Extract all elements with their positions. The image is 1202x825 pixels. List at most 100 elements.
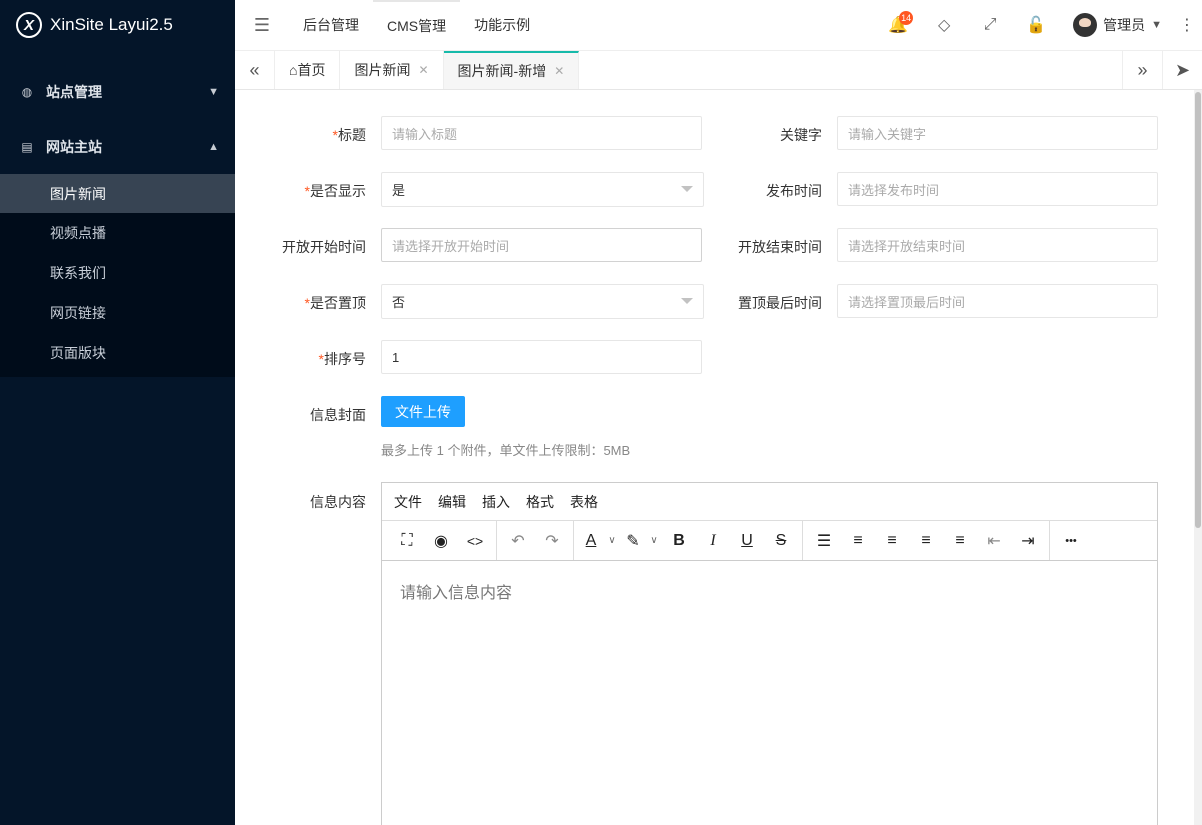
caret-down-icon: ▼ — [1151, 19, 1162, 31]
top-select[interactable]: 否 — [381, 284, 704, 319]
align-right-icon[interactable]: ≡ — [909, 526, 943, 556]
sort-input[interactable]: 1 — [381, 340, 702, 374]
home-icon: ⌂ — [289, 62, 298, 78]
align-center-icon[interactable]: ≡ — [875, 526, 909, 556]
lock-icon[interactable]: 🔓 — [1013, 0, 1059, 50]
editor-menu-file[interactable]: 文件 — [386, 492, 430, 512]
sidebar-group-site-management[interactable]: ◍ 站点管理 ▼ — [0, 64, 235, 119]
sidebar-item-links[interactable]: 网页链接 — [0, 293, 235, 333]
editor-toolbar: ⛶ ◉ <> ↶ ↷ A ∨ ✎ ∨ B I U S ☰ ≡ ≡ ≡ ≡ ⇤ ⇥… — [382, 521, 1157, 561]
publish-time-label: 发布时间 — [766, 183, 822, 199]
tab-home[interactable]: ⌂ 首页 — [275, 51, 341, 89]
sidebar-group-label: 站点管理 — [46, 83, 102, 100]
sort-label: *排序号 — [318, 351, 366, 367]
font-color-icon[interactable]: A — [578, 526, 604, 556]
upload-button[interactable]: 文件上传 — [381, 396, 465, 427]
tab-picture-news[interactable]: 图片新闻 ✕ — [340, 51, 444, 89]
editor-menu-insert[interactable]: 插入 — [474, 492, 518, 512]
tab-label: 图片新闻 — [354, 62, 411, 78]
publish-time-input[interactable]: 请选择发布时间 — [837, 172, 1158, 206]
user-name: 管理员 — [1103, 17, 1146, 33]
scrollbar-thumb[interactable] — [1195, 92, 1201, 528]
editor-menu-format[interactable]: 格式 — [518, 492, 562, 512]
keywords-label: 关键字 — [780, 127, 822, 143]
user-menu[interactable]: 管理员 ▼ — [1059, 0, 1172, 50]
open-start-input[interactable]: 请选择开放开始时间 — [381, 228, 702, 262]
sidebar-group-main-site[interactable]: ▤ 网站主站 ▲ — [0, 119, 235, 174]
strikethrough-icon[interactable]: S — [764, 526, 798, 556]
sidebar-item-page-blocks[interactable]: 页面版块 — [0, 333, 235, 373]
top-label: *是否置顶 — [304, 295, 366, 311]
sidebar: X XinSite Layui2.5 ◍ 站点管理 ▼ ▤ 网站主站 ▲ 图片新… — [0, 0, 235, 825]
app-title: XinSite Layui2.5 — [50, 15, 173, 34]
upload-hint: 最多上传 1 个附件，单文件上传限制：5MB — [381, 443, 631, 458]
justify-icon[interactable]: ≡ — [943, 526, 977, 556]
bold-icon[interactable]: B — [662, 526, 696, 556]
tab-picture-news-add[interactable]: 图片新闻-新增 ✕ — [443, 51, 580, 89]
show-select-value: 是 — [392, 183, 406, 198]
sidebar-item-video[interactable]: 视频点播 — [0, 213, 235, 253]
title-label: *标题 — [332, 127, 366, 143]
more-icon[interactable]: ••• — [1054, 526, 1088, 556]
tabs-right-icon[interactable]: » — [1122, 51, 1162, 89]
notification-button[interactable]: 🔔 14 — [875, 0, 921, 50]
chevron-down-icon[interactable]: ∨ — [646, 526, 662, 556]
editor-body[interactable]: 请输入信息内容 — [382, 561, 1157, 621]
sidebar-group-label: 网站主站 — [46, 138, 102, 155]
editor-menu-edit[interactable]: 编辑 — [430, 492, 474, 512]
avatar — [1073, 13, 1098, 37]
top-header: ☰ 后台管理 CMS管理 功能示例 🔔 14 ◇ ⤢ 🔓 管理员 ▼ ⋮ — [235, 0, 1202, 50]
sidebar-submenu: 图片新闻 视频点播 联系我们 网页链接 页面版块 — [0, 174, 235, 377]
document-icon: ▤ — [21, 139, 33, 154]
tag-icon[interactable]: ◇ — [921, 0, 967, 50]
menu-fold-icon[interactable]: ☰ — [235, 0, 289, 50]
globe-icon: ◍ — [21, 84, 33, 99]
form-content: *标题 请输入标题 关键字 请输入关键字 *是否显示 是 发布时间 请选择发布时… — [235, 90, 1202, 825]
open-start-label: 开放开始时间 — [282, 239, 366, 255]
top-end-label: 置顶最后时间 — [738, 295, 822, 311]
chevron-down-icon[interactable]: ∨ — [604, 526, 620, 556]
fullscreen-icon[interactable]: ⛶ — [390, 526, 424, 556]
title-input[interactable]: 请输入标题 — [381, 116, 702, 150]
rich-text-editor: 文件 编辑 插入 格式 表格 ⛶ ◉ <> ↶ ↷ A ∨ ✎ ∨ B I U … — [381, 482, 1158, 825]
select-caret-icon — [681, 298, 693, 304]
close-icon[interactable]: ✕ — [554, 64, 564, 78]
outdent-icon[interactable]: ⇤ — [977, 526, 1011, 556]
select-caret-icon — [681, 186, 693, 192]
tab-label: 首页 — [297, 62, 326, 78]
redo-icon[interactable]: ↷ — [535, 526, 569, 556]
nav-admin[interactable]: 后台管理 — [289, 0, 373, 50]
content-label: 信息内容 — [310, 494, 366, 510]
top-select-value: 否 — [392, 295, 406, 310]
align-left-icon[interactable]: ≡ — [841, 526, 875, 556]
app-logo[interactable]: X XinSite Layui2.5 — [0, 0, 235, 50]
undo-icon[interactable]: ↶ — [501, 526, 535, 556]
caret-up-icon: ▲ — [208, 140, 219, 153]
sidebar-item-picture-news[interactable]: 图片新闻 — [0, 174, 235, 213]
source-code-icon[interactable]: <> — [458, 526, 492, 556]
italic-icon[interactable]: I — [696, 526, 730, 556]
open-end-input[interactable]: 请选择开放结束时间 — [837, 228, 1158, 262]
keywords-input[interactable]: 请输入关键字 — [837, 116, 1158, 150]
fullscreen-icon[interactable]: ⤢ — [967, 0, 1013, 50]
logo-icon: X — [16, 12, 42, 38]
cover-label: 信息封面 — [310, 407, 366, 423]
tab-label: 图片新闻-新增 — [457, 63, 547, 79]
nav-cms[interactable]: CMS管理 — [373, 0, 461, 50]
page-scrollbar[interactable] — [1194, 90, 1202, 825]
preview-icon[interactable]: ◉ — [424, 526, 458, 556]
line-height-icon[interactable]: ☰ — [807, 526, 841, 556]
underline-icon[interactable]: U — [730, 526, 764, 556]
highlight-icon[interactable]: ✎ — [620, 526, 646, 556]
sidebar-item-contact[interactable]: 联系我们 — [0, 253, 235, 293]
more-vertical-icon[interactable]: ⋮ — [1172, 0, 1202, 50]
close-icon[interactable]: ✕ — [418, 63, 428, 77]
indent-icon[interactable]: ⇥ — [1011, 526, 1045, 556]
top-end-input[interactable]: 请选择置顶最后时间 — [837, 284, 1158, 318]
show-select[interactable]: 是 — [381, 172, 704, 207]
editor-menu-table[interactable]: 表格 — [562, 492, 606, 512]
tabs-left-icon[interactable]: « — [235, 51, 275, 89]
show-label: *是否显示 — [304, 183, 366, 199]
nav-examples[interactable]: 功能示例 — [460, 0, 544, 50]
send-icon[interactable]: ➤ — [1162, 51, 1202, 89]
